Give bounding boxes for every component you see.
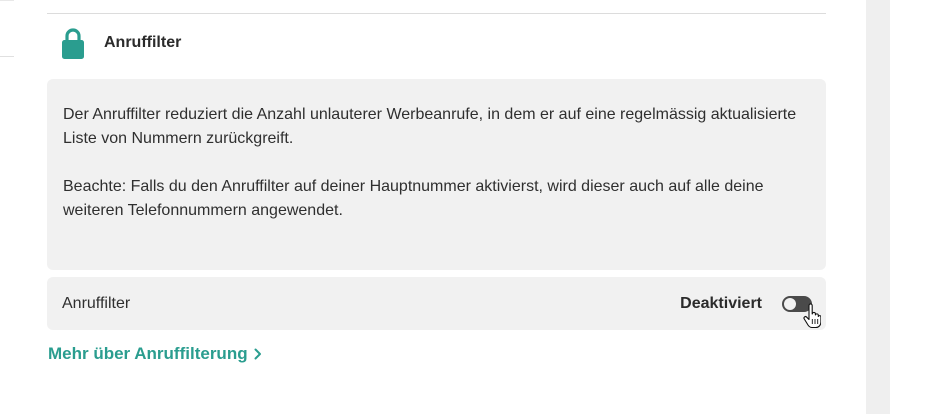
info-paragraph: Der Anruffilter reduziert die Anzahl unl… <box>63 106 797 147</box>
setting-controls: Deaktiviert <box>680 295 812 313</box>
toggle-knob <box>784 297 796 310</box>
section-header: Anruffilter <box>62 27 181 59</box>
scrollbar-track[interactable] <box>866 0 890 414</box>
lock-icon <box>62 28 84 59</box>
chevron-right-icon <box>254 348 261 360</box>
learn-more-link[interactable]: Mehr über Anruffilterung <box>48 344 262 364</box>
setting-label: Anruffilter <box>62 294 131 312</box>
left-panel-top-divider <box>0 0 14 1</box>
hand-pointer-cursor-icon <box>803 303 821 329</box>
info-box: Der Anruffilter reduziert die Anzahl unl… <box>47 79 826 270</box>
call-filter-setting-row: Anruffilter Deaktiviert <box>47 277 826 330</box>
section-title: Anruffilter <box>104 34 182 51</box>
learn-more-label: Mehr über Anruffilterung <box>48 344 248 363</box>
left-panel-divider <box>0 56 14 57</box>
status-text: Deaktiviert <box>680 294 762 312</box>
info-note-paragraph: Beachte: Falls du den Anruffilter auf de… <box>63 178 764 219</box>
section-divider <box>47 13 826 14</box>
